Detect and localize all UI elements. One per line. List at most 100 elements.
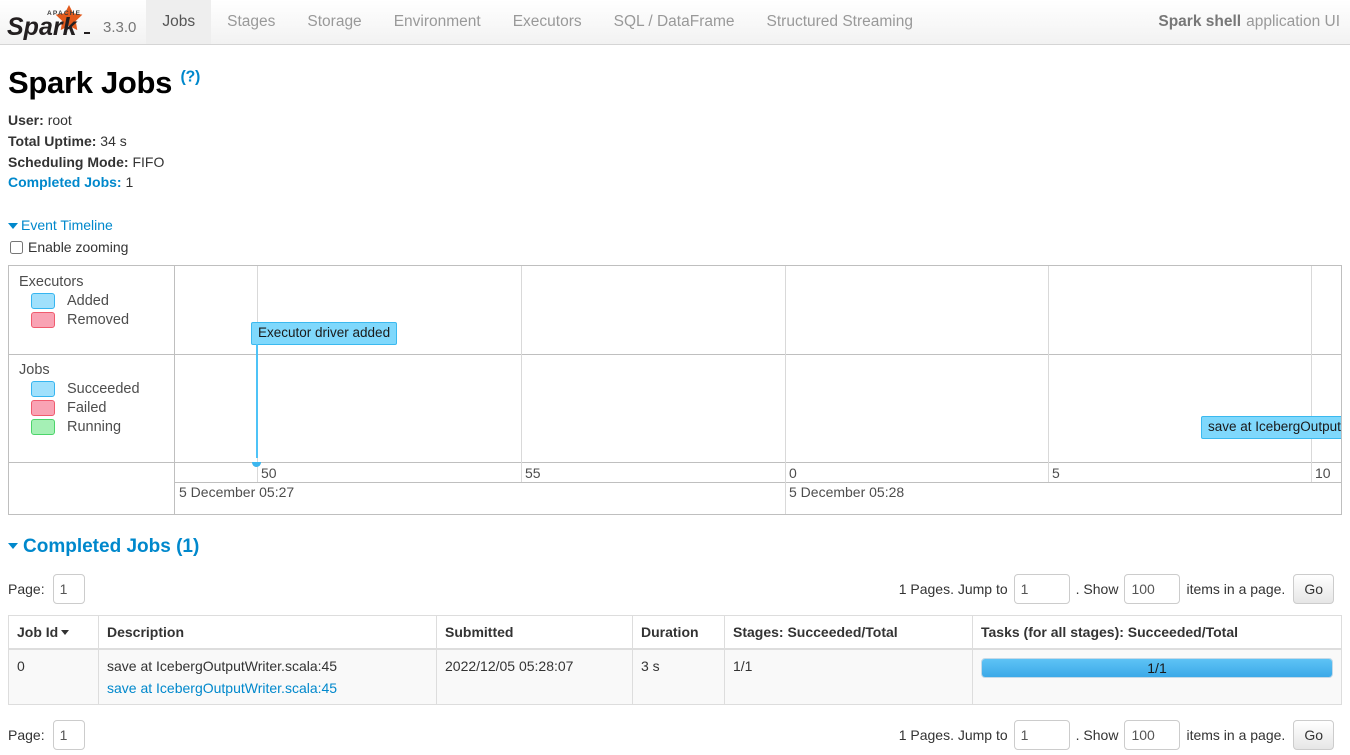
tab-structured-streaming[interactable]: Structured Streaming: [751, 0, 929, 44]
timeline-gridline: [521, 354, 522, 463]
show-text-bottom: . Show: [1075, 727, 1119, 744]
tab-jobs[interactable]: Jobs: [146, 0, 212, 44]
page-label-top: Page:: [8, 581, 45, 598]
legend-label-failed: Failed: [67, 400, 107, 417]
page-label-bottom: Page:: [8, 727, 45, 744]
timeline-event-job-save[interactable]: save at IcebergOutputWri: [1201, 416, 1341, 440]
go-button-top[interactable]: Go: [1293, 574, 1334, 605]
completed-jobs-section-title: Completed Jobs (1): [23, 536, 200, 558]
pagination-bottom: Page: 1 Pages. Jump to . Show items in a…: [8, 719, 1342, 751]
jump-to-input-bottom[interactable]: [1013, 720, 1070, 751]
items-text-top: items in a page.: [1186, 581, 1286, 598]
cell-job-id: 0: [8, 649, 99, 706]
application-name: Spark shell: [1158, 13, 1242, 30]
pagination-bottom-left: Page:: [8, 720, 85, 751]
enable-zooming-label: Enable zooming: [28, 239, 129, 256]
legend-label-added: Added: [67, 293, 109, 310]
timeline-gridline: [785, 354, 786, 463]
column-header-description[interactable]: Description: [98, 615, 437, 651]
completed-jobs-link[interactable]: Completed Jobs:: [8, 174, 122, 190]
pagination-top: Page: 1 Pages. Jump to . Show items in a…: [8, 573, 1342, 605]
legend-swatch-removed-icon: [31, 312, 55, 329]
event-timeline-toggle[interactable]: Event Timeline: [8, 217, 113, 233]
caret-down-icon: [8, 543, 18, 550]
completed-jobs-section-header[interactable]: Completed Jobs (1): [8, 536, 1342, 559]
timeline-axis-tick: 5: [1052, 465, 1060, 482]
page-input-top[interactable]: [52, 574, 85, 605]
cell-stages: 1/1: [724, 649, 973, 706]
show-items-input-top[interactable]: [1124, 574, 1181, 605]
page-input-bottom[interactable]: [52, 720, 85, 751]
go-button-bottom[interactable]: Go: [1293, 720, 1334, 751]
page-body: Spark Jobs (?) User: root Total Uptime: …: [0, 65, 1350, 751]
timeline-axis-tick: 10: [1315, 465, 1331, 482]
page-title: Spark Jobs (?): [8, 65, 1342, 100]
show-items-input-bottom[interactable]: [1124, 720, 1181, 751]
application-title: Spark shell application UI: [1158, 0, 1340, 44]
tab-executors[interactable]: Executors: [497, 0, 598, 44]
summary-sched-value: FIFO: [132, 153, 165, 170]
completed-jobs-table-head: Job Id Description Submitted Duration St…: [8, 615, 1342, 651]
timeline-lane-jobs: Jobs Succeeded Failed Running save at Ic…: [9, 354, 1341, 463]
table-header-row: Job Id Description Submitted Duration St…: [8, 615, 1342, 651]
legend-swatch-succeeded-icon: [31, 381, 55, 398]
completed-jobs-table-body: 0 save at IcebergOutputWriter.scala:45 s…: [8, 649, 1342, 706]
sort-descending-icon: [61, 630, 70, 636]
tab-sql-dataframe[interactable]: SQL / DataFrame: [598, 0, 751, 44]
legend-swatch-running-icon: [31, 419, 55, 436]
column-header-tasks[interactable]: Tasks (for all stages): Succeeded/Total: [972, 615, 1342, 651]
enable-zooming-row: Enable zooming: [8, 239, 1342, 255]
cell-duration: 3 s: [632, 649, 725, 706]
legend-item-removed: Removed: [31, 312, 174, 329]
timeline-gridline: [785, 266, 786, 355]
pages-text-bottom: 1 Pages. Jump to: [898, 727, 1008, 744]
legend-item-running: Running: [31, 419, 174, 436]
tab-stages[interactable]: Stages: [211, 0, 291, 44]
legend-item-succeeded: Succeeded: [31, 381, 174, 398]
summary-user-value: root: [47, 112, 72, 129]
column-header-duration[interactable]: Duration: [632, 615, 725, 651]
completed-jobs-count: 1: [125, 174, 134, 191]
column-header-job-id[interactable]: Job Id: [8, 615, 99, 651]
tab-environment[interactable]: Environment: [378, 0, 497, 44]
tab-storage[interactable]: Storage: [291, 0, 377, 44]
summary-uptime-value: 34 s: [100, 132, 127, 149]
legend-label-removed: Removed: [67, 312, 130, 329]
job-description-text: save at IcebergOutputWriter.scala:45: [107, 658, 338, 675]
timeline-gridline: [1311, 354, 1312, 463]
timeline-axis-tick: 55: [525, 465, 541, 482]
table-row[interactable]: 0 save at IcebergOutputWriter.scala:45 s…: [8, 649, 1342, 706]
timeline-axis-major-tick: 5 December 05:28: [789, 484, 905, 501]
completed-jobs-table: Job Id Description Submitted Duration St…: [8, 615, 1342, 706]
summary-completed-jobs: Completed Jobs: 1: [8, 172, 1342, 193]
timeline-event-executor-added[interactable]: Executor driver added: [251, 322, 398, 346]
nav-tabs: Jobs Stages Storage Environment Executor…: [146, 0, 929, 44]
event-timeline-chart[interactable]: Executors Added Removed Executor driver …: [8, 265, 1342, 516]
jump-to-input-top[interactable]: [1013, 574, 1070, 605]
pagination-bottom-right: 1 Pages. Jump to . Show items in a page.…: [898, 720, 1342, 751]
cell-submitted: 2022/12/05 05:28:07: [436, 649, 633, 706]
timeline-canvas-jobs: save at IcebergOutputWri: [175, 354, 1341, 463]
show-text-top: . Show: [1075, 581, 1119, 598]
column-header-stages[interactable]: Stages: Succeeded/Total: [724, 615, 973, 651]
timeline-canvas-executors: Executor driver added: [175, 266, 1341, 355]
application-title-suffix: application UI: [1246, 13, 1340, 30]
spark-logo-brand[interactable]: APACHE Spark 3.3.0: [0, 0, 146, 44]
help-icon[interactable]: (?): [180, 69, 200, 86]
summary-uptime: Total Uptime: 34 s: [8, 131, 1342, 152]
cell-tasks: 1/1: [972, 649, 1342, 706]
job-summary-list: User: root Total Uptime: 34 s Scheduling…: [8, 110, 1342, 193]
timeline-event-stem: [256, 354, 258, 459]
timeline-axis-tick: 0: [789, 465, 797, 482]
tasks-progress-label: 1/1: [1147, 660, 1167, 677]
column-header-submitted[interactable]: Submitted: [436, 615, 633, 651]
summary-user-label: User:: [8, 112, 44, 129]
caret-down-icon: [8, 222, 18, 229]
job-description-link[interactable]: save at IcebergOutputWriter.scala:45: [107, 680, 428, 696]
timeline-lane-executors: Executors Added Removed Executor driver …: [9, 266, 1341, 355]
enable-zooming-checkbox[interactable]: [10, 240, 23, 254]
summary-scheduling-mode: Scheduling Mode: FIFO: [8, 152, 1342, 173]
timeline-legend-jobs: Jobs Succeeded Failed Running: [9, 354, 175, 463]
event-timeline-toggle-label: Event Timeline: [21, 217, 113, 234]
page-title-text: Spark Jobs: [8, 65, 173, 100]
